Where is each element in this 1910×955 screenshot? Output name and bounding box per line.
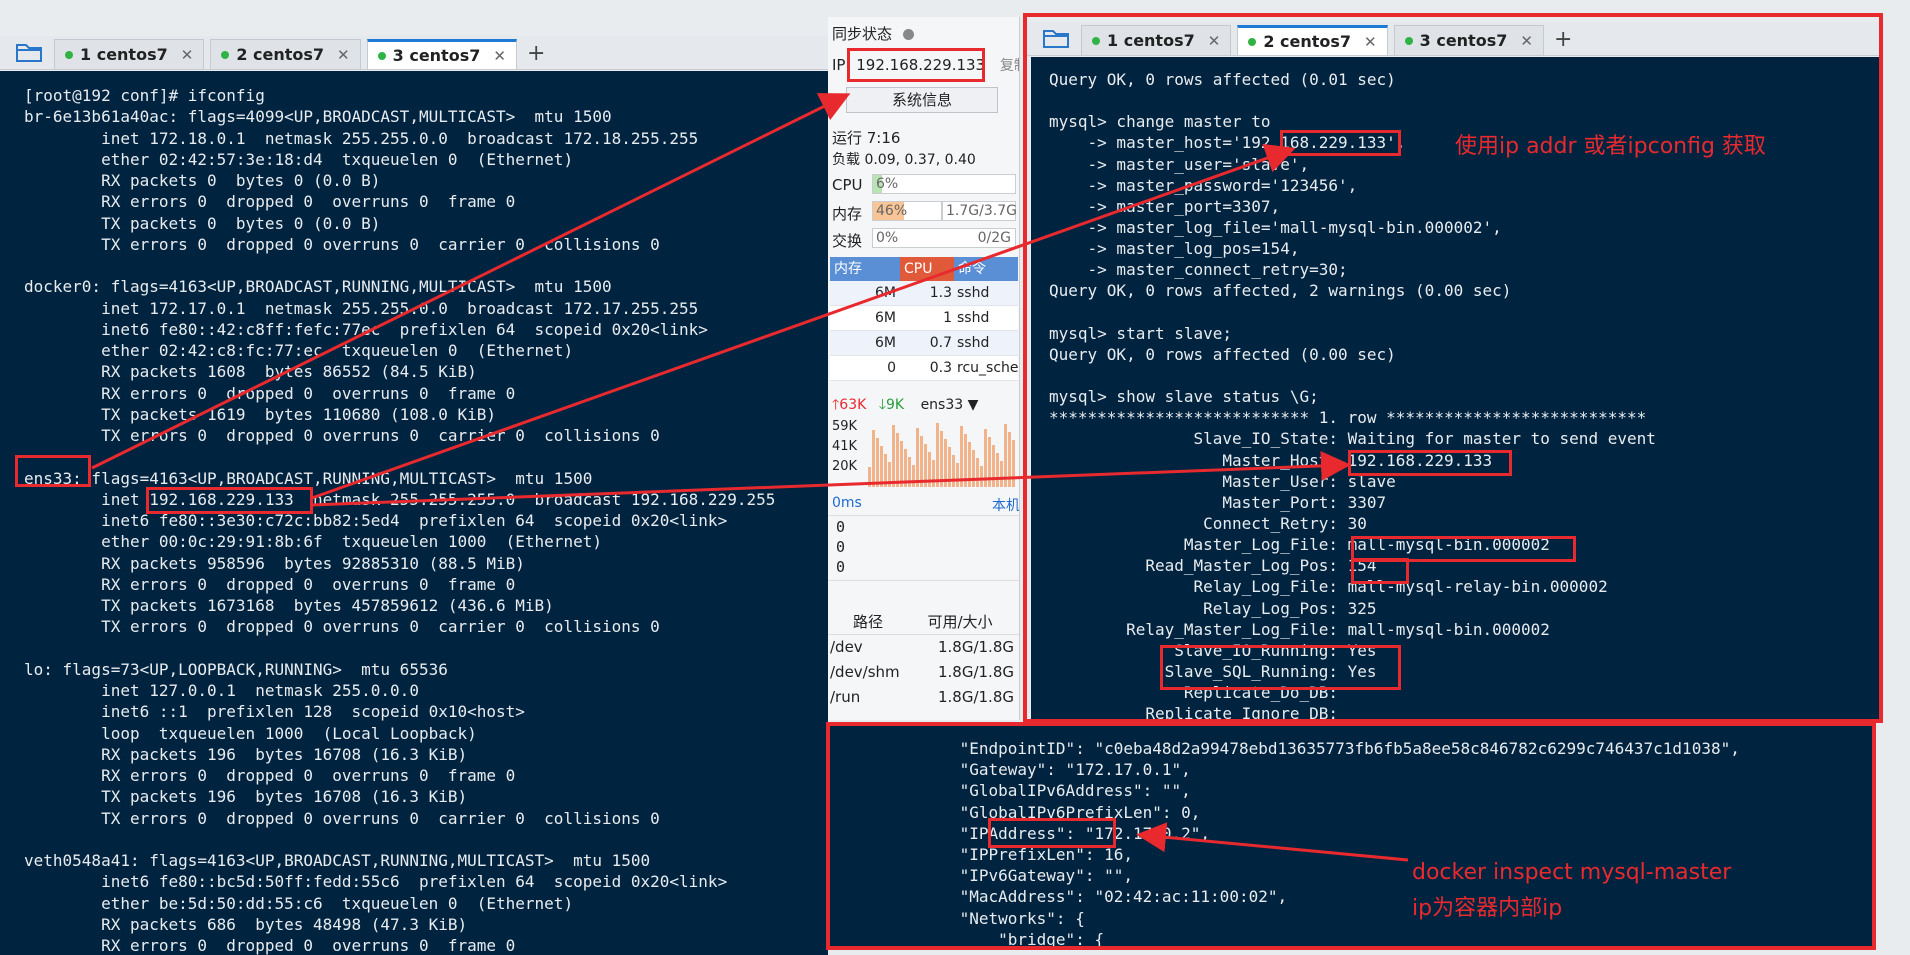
note-docker-1: docker inspect mysql-master [1412,860,1732,885]
note-ip: 使用ip addr 或者ipconfig 获取 [1455,134,1766,159]
note-docker-2: ip为容器内部ip [1412,896,1563,921]
